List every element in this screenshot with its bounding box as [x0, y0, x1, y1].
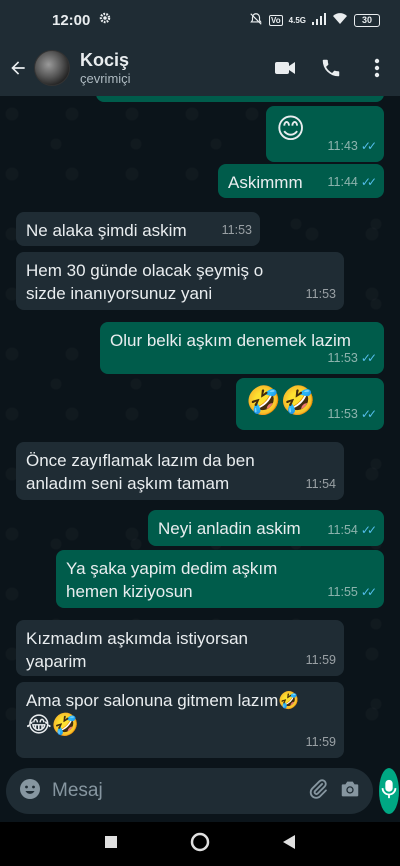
message-bubble[interactable]: 😊 11:43 ✓✓ — [266, 106, 384, 162]
message-time: 11:53 — [327, 351, 358, 365]
read-tick-icon: ✓✓ — [360, 139, 377, 153]
message-bubble[interactable]: Olur belki aşkım denemek lazim 11:53 ✓✓ — [100, 322, 384, 374]
system-nav-bar — [0, 822, 400, 866]
status-icons: Vo 4.5G 30 — [249, 12, 380, 29]
message-bubble[interactable]: 🤣🤣 11:53 ✓✓ — [236, 378, 384, 430]
chat-messages[interactable]: 😊 11:43 ✓✓ Askimmm 11:44 ✓✓ Ne alaka şimdi… — [0, 96, 400, 760]
message-time: 11:53 — [305, 287, 336, 301]
read-tick-icon: ✓✓ — [360, 175, 377, 189]
network-type-label: 4.5G — [288, 15, 306, 25]
message-bubble[interactable]: Kızmadım aşkımda istiyorsan yaparim 11:5… — [16, 620, 344, 676]
message-text: Önce zayıflamak lazım da ben anladım sen… — [26, 451, 255, 493]
message-text: Ne alaka şimdi askim — [26, 221, 187, 240]
camera-icon[interactable] — [339, 778, 361, 805]
emoji-icon[interactable] — [18, 777, 42, 806]
message-text: 🤣🤣 — [246, 384, 316, 417]
message-text: Hem 30 günde olacak şeymiş o sizde inanı… — [26, 261, 264, 303]
message-bubble-partial[interactable] — [96, 96, 384, 102]
message-bubble[interactable]: Önce zayıflamak lazım da ben anladım sen… — [16, 442, 344, 500]
video-call-icon[interactable] — [272, 55, 298, 81]
wifi-icon — [332, 12, 348, 28]
back-triangle-icon[interactable] — [282, 834, 296, 855]
message-time: 11:59 — [305, 735, 336, 749]
message-bubble[interactable]: Ama spor salonuna gitmem lazım🤣 😂🤣 11:59 — [16, 682, 344, 758]
message-time: 11:43 — [327, 139, 358, 153]
header-actions — [272, 55, 390, 81]
message-input-container — [6, 768, 373, 814]
back-arrow-icon[interactable] — [6, 56, 30, 80]
message-text: 😊 — [276, 112, 306, 145]
volte-icon: Vo — [269, 14, 283, 26]
message-input[interactable] — [52, 780, 297, 802]
home-circle-icon[interactable] — [190, 832, 210, 857]
contact-presence: çevrimiçi — [80, 71, 131, 86]
chat-header: Kociş çevrimiçi — [0, 40, 400, 96]
message-bubble[interactable]: Ya şaka yapim dedim aşkım hemen kiziyosu… — [56, 550, 384, 608]
message-time: 11:54 — [327, 523, 358, 537]
message-time: 11:44 — [327, 175, 358, 189]
attach-paperclip-icon[interactable] — [307, 778, 329, 805]
status-bar: 12:00 Vo 4.5G 30 — [0, 0, 400, 40]
voice-call-icon[interactable] — [318, 55, 344, 81]
battery-icon: 30 — [354, 13, 380, 27]
message-time: 11:55 — [327, 585, 358, 599]
settings-gear-icon — [98, 11, 112, 29]
message-bubble[interactable]: Ne alaka şimdi askim 11:53 — [16, 212, 260, 246]
more-options-icon[interactable] — [364, 55, 390, 81]
read-tick-icon: ✓✓ — [360, 351, 377, 365]
message-text: Olur belki aşkım denemek lazim — [110, 331, 351, 350]
message-text: Ya şaka yapim dedim aşkım hemen kiziyosu… — [66, 559, 278, 601]
avatar[interactable] — [34, 50, 70, 86]
message-text: Ama spor salonuna gitmem lazım🤣 — [26, 691, 300, 710]
read-tick-icon: ✓✓ — [360, 585, 377, 599]
mic-icon — [379, 778, 399, 805]
signal-icon — [312, 12, 326, 28]
read-tick-icon: ✓✓ — [360, 407, 377, 421]
battery-level: 30 — [361, 15, 372, 25]
status-time: 12:00 — [52, 11, 91, 29]
message-bubble[interactable]: Askimmm 11:44 ✓✓ — [218, 164, 384, 198]
message-text: Kızmadım aşkımda istiyorsan yaparim — [26, 629, 249, 671]
recents-square-icon[interactable] — [104, 835, 118, 854]
contact-name: Kociş — [80, 50, 130, 70]
contact-info[interactable]: Kociş çevrimiçi — [80, 49, 131, 87]
read-tick-icon: ✓✓ — [360, 523, 377, 537]
message-time: 11:53 — [221, 223, 252, 237]
message-text-emoji: 😂🤣 — [26, 713, 80, 738]
message-bubble[interactable]: Neyi anladin askim 11:54 ✓✓ — [148, 510, 384, 546]
message-text: Askimmm — [228, 173, 303, 192]
message-bubble[interactable]: Hem 30 günde olacak şeymiş o sizde inanı… — [16, 252, 344, 310]
message-text: Neyi anladin askim — [158, 519, 301, 538]
mic-button[interactable] — [379, 768, 399, 814]
message-time: 11:53 — [327, 407, 358, 421]
message-time: 11:59 — [305, 653, 336, 667]
mute-bell-icon — [249, 12, 263, 29]
message-input-bar — [0, 760, 400, 822]
message-time: 11:54 — [305, 477, 336, 491]
